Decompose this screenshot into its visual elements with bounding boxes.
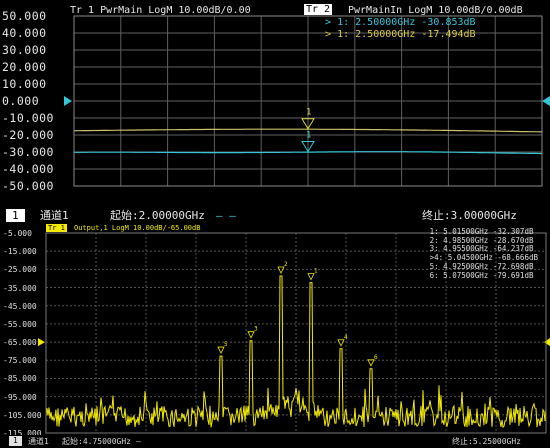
y-tick-label: 20.000 <box>2 60 47 74</box>
y-tick-label: -5.000 <box>3 229 32 238</box>
reference-right-arrow-icon <box>544 338 550 347</box>
channel-label[interactable]: 通道1 <box>28 435 49 448</box>
channel-box[interactable]: 1 <box>6 209 25 222</box>
marker-freq: 4.92500GHz <box>443 261 493 271</box>
peak-marker-number: 1 <box>314 268 318 275</box>
start-frequency[interactable]: 起始:2.00000GHz <box>110 209 205 222</box>
marker-prefix: > <box>325 29 332 40</box>
top-status-bar: 1 通道1 起始:2.00000GHz — — 终止:3.00000GHz <box>0 209 550 222</box>
y-tick-label: 40.000 <box>2 26 47 40</box>
marker-label: 3: <box>429 244 444 254</box>
y-tick-label: 10.000 <box>2 77 47 91</box>
y-tick-label: -105.000 <box>3 410 42 420</box>
trace2-badge[interactable]: Tr 2 <box>304 4 333 15</box>
y-tick-label: 30.000 <box>2 43 47 57</box>
y-tick-label: -15.000 <box>3 247 37 257</box>
marker-label: 1: <box>337 29 350 40</box>
trace1-header[interactable]: Tr 1 PwrMain LogM 10.00dB/0.00 <box>70 5 251 16</box>
trace-header[interactable]: Output,1 LogM 10.00dB/-65.00dB <box>74 224 200 232</box>
marker-flag-label: 1 <box>306 108 311 118</box>
peak-marker-number: 4 <box>344 334 348 341</box>
marker-label: 1: <box>337 17 350 28</box>
y-tick-label: -55.000 <box>3 319 37 329</box>
y-tick-label: 50.000 <box>2 9 47 23</box>
marker-value: -64.237dB <box>492 244 534 254</box>
y-tick-label: -75.000 <box>3 356 37 366</box>
marker-value: -79.691dB <box>492 270 534 280</box>
y-tick-label: -95.000 <box>3 392 37 402</box>
legend-dash: — — <box>216 209 236 222</box>
marker-flag-label: 1 <box>306 130 311 140</box>
marker-prefix: > <box>325 17 332 28</box>
y-tick-label: -50.000 <box>2 179 54 193</box>
channel-box[interactable]: 1 <box>9 436 22 446</box>
legend-dash: — <box>136 437 141 446</box>
bottom-status-bar: 1 通道1 起始:4.75000GHz — 终止:5.25000GHz <box>0 435 550 448</box>
y-tick-label: -65.000 <box>3 338 37 348</box>
peak-marker-number: 6 <box>374 354 378 361</box>
marker-label: >4: <box>429 253 448 263</box>
top-trace-window[interactable]: 1 1 50.000 40.000 30.000 20.000 10.000 0.000 -1… <box>0 0 550 222</box>
marker-value: -72.698dB <box>492 261 534 271</box>
marker-freq: 4.98500GHz <box>443 235 493 245</box>
marker-freq: 5.07500GHz <box>443 270 493 280</box>
peak-marker-number: 5 <box>224 341 228 348</box>
y-tick-label: -35.000 <box>3 283 37 293</box>
marker-label: 6: <box>429 270 444 280</box>
marker-freq: 4.95500GHz <box>443 244 493 254</box>
stop-frequency[interactable]: 终止:5.25000GHz <box>452 435 521 448</box>
y-tick-label: -85.000 <box>3 374 37 384</box>
y-tick-label: -40.000 <box>2 162 54 176</box>
start-frequency[interactable]: 起始:4.75000GHz <box>62 435 131 448</box>
marker-freq: 5.01500GHz <box>443 227 493 236</box>
marker-freq: 2.50000GHz <box>355 29 416 40</box>
marker-table: 1: 5.01500GHz -32.307dB 2: 4.98500GHz -2… <box>429 227 538 281</box>
marker-value: -17.494dB <box>421 29 476 40</box>
y-tick-label: -30.000 <box>2 145 54 159</box>
channel-label[interactable]: 通道1 <box>40 209 69 222</box>
reference-left-arrow-icon <box>64 96 72 106</box>
peak-marker-number: 3 <box>254 326 258 333</box>
marker-value: -30.853dB <box>421 17 476 28</box>
y-tick-label: -20.000 <box>2 128 54 142</box>
y-tick-label: -25.000 <box>3 265 37 275</box>
y-tick-label: 0.000 <box>2 94 40 108</box>
y-tick-label: -10.000 <box>2 111 54 125</box>
marker-freq: 5.04500GHz <box>447 253 498 263</box>
marker-label: 1: <box>429 227 444 236</box>
reference-right-arrow-icon <box>542 96 550 106</box>
stop-frequency[interactable]: 终止:3.00000GHz <box>422 209 517 222</box>
peak-marker-number: 2 <box>284 261 288 268</box>
reference-left-arrow-icon <box>38 338 45 347</box>
marker-value: -28.670dB <box>492 235 534 245</box>
bottom-trace-window[interactable]: 1 2 3 4 5 6 -5.000 -15.000 -25.000 -35.000 -45.00… <box>0 222 550 448</box>
y-tick-label: -45.000 <box>3 301 37 311</box>
marker-freq: 2.50000GHz <box>355 17 416 28</box>
marker-value: -32.307dB <box>492 227 534 236</box>
trace-badge[interactable]: Tr 1 <box>46 224 67 232</box>
marker-label: 2: <box>429 235 444 245</box>
marker2-readout: > 1: 2.50000GHz -17.494dB <box>325 29 476 40</box>
marker-label: 5: <box>429 261 444 271</box>
trace2-header[interactable]: PwrMainIn LogM 10.00dB/0.00dB <box>348 5 523 16</box>
marker-table-row: 6: 5.07500GHz -79.691dB <box>429 270 538 281</box>
marker1-readout: > 1: 2.50000GHz -30.853dB <box>325 17 476 28</box>
marker-value: -68.666dB <box>497 253 538 263</box>
